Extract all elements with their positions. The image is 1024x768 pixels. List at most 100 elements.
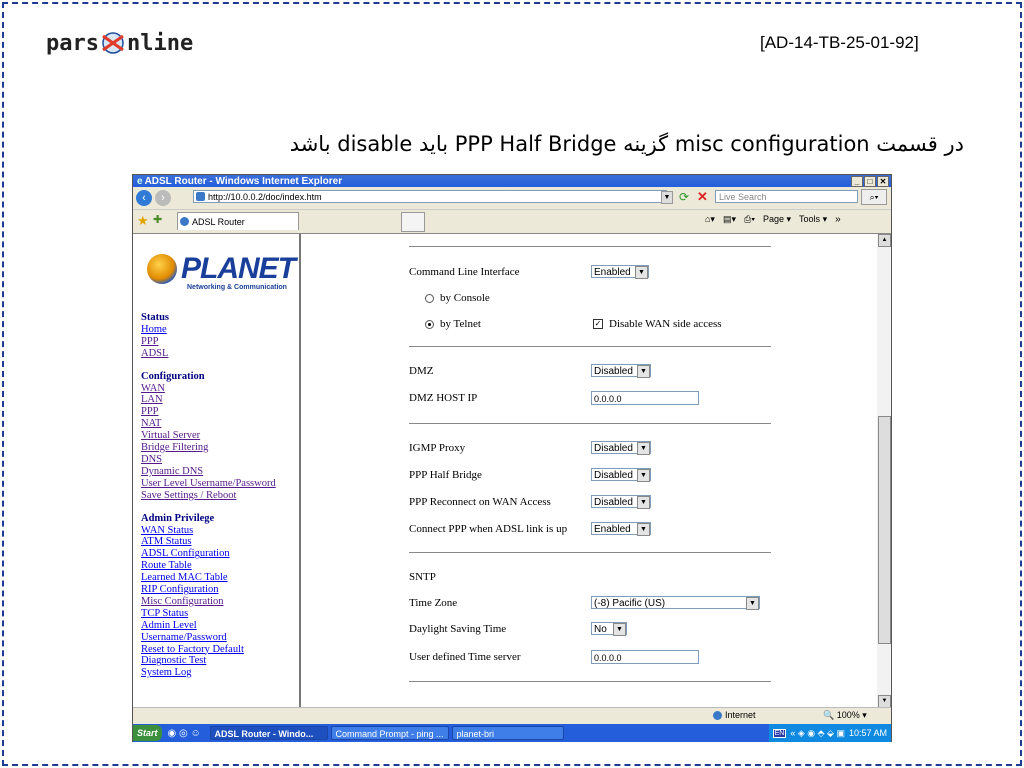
print-icon[interactable]: ⎙▾ bbox=[744, 214, 755, 225]
sidebar-item-virtual-server[interactable]: Virtual Server bbox=[141, 430, 276, 442]
search-button[interactable]: ⌕▾ bbox=[861, 189, 887, 205]
sidebar-item-bridge-filtering[interactable]: Bridge Filtering bbox=[141, 442, 276, 454]
igmp-select[interactable]: Disabled ▼ bbox=[591, 441, 651, 455]
connect-ppp-select[interactable]: Enabled ▼ bbox=[591, 522, 651, 536]
dmz-select-value: Disabled bbox=[594, 366, 633, 377]
sidebar-item-learned-mac[interactable]: Learned MAC Table bbox=[141, 572, 276, 584]
home-icon[interactable]: ⌂▾ bbox=[705, 214, 715, 225]
favorites-star-icon[interactable]: ★ bbox=[137, 213, 149, 229]
url-field[interactable]: http://10.0.0.2/doc/index.htm bbox=[193, 190, 667, 203]
sidebar-item-ppp[interactable]: PPP bbox=[141, 406, 276, 418]
feeds-icon[interactable]: ▤▾ bbox=[723, 214, 736, 225]
navigation-frame: PLANET Networking & Communication Status… bbox=[133, 234, 301, 708]
sidebar-item-nat[interactable]: NAT bbox=[141, 418, 276, 430]
instruction-text: در قسمت misc configuration گزینه PPP Hal… bbox=[289, 132, 964, 156]
sidebar-item-adsl-configuration[interactable]: ADSL Configuration bbox=[141, 548, 276, 560]
igmp-select-value: Disabled bbox=[594, 443, 633, 454]
add-favorite-icon[interactable]: ✚ bbox=[153, 213, 162, 226]
tab-label: ADSL Router bbox=[192, 217, 245, 227]
sidebar-item-factory-reset[interactable]: Reset to Factory Default bbox=[141, 644, 276, 656]
ie-icon: e bbox=[137, 175, 143, 187]
cli-select[interactable]: Enabled ▼ bbox=[591, 265, 649, 279]
chevron-down-icon: ▼ bbox=[637, 469, 650, 482]
system-tray: EN « ◈ ◉ ⬘ ⬙ ▣ 10:57 AM bbox=[768, 724, 891, 742]
taskbar-item-cmd[interactable]: Command Prompt - ping ... bbox=[330, 726, 449, 740]
start-button[interactable]: Start bbox=[133, 725, 162, 741]
sidebar-item-atm-status[interactable]: ATM Status bbox=[141, 536, 276, 548]
tools-menu-label: Tools bbox=[799, 214, 821, 224]
connect-ppp-value: Enabled bbox=[594, 524, 631, 535]
by-console-radio[interactable]: by Console bbox=[425, 292, 490, 304]
maximize-button[interactable]: □ bbox=[864, 176, 876, 187]
radio-dot bbox=[425, 319, 434, 329]
close-button[interactable]: ✕ bbox=[877, 176, 889, 187]
disable-wan-checkbox[interactable]: ✓ Disable WAN side access bbox=[593, 318, 722, 330]
new-tab-button[interactable] bbox=[401, 212, 425, 232]
divider bbox=[409, 681, 771, 682]
page-content: PLANET Networking & Communication Status… bbox=[133, 233, 891, 708]
page-icon bbox=[196, 192, 205, 201]
zoom-control[interactable]: 🔍 100% ▾ bbox=[823, 710, 867, 721]
time-server-input[interactable]: 0.0.0.0 bbox=[591, 650, 699, 664]
dmz-host-input[interactable]: 0.0.0.0 bbox=[591, 391, 699, 405]
stop-icon[interactable]: ✕ bbox=[697, 189, 708, 205]
ppp-half-bridge-value: Disabled bbox=[594, 470, 633, 481]
sidebar-item-rip-configuration[interactable]: RIP Configuration bbox=[141, 584, 276, 596]
sidebar-item-dns[interactable]: DNS bbox=[141, 454, 276, 466]
taskbar-item-folder[interactable]: planet-bri bbox=[451, 726, 564, 740]
sidebar-item-username-password[interactable]: Username/Password bbox=[141, 632, 276, 644]
sidebar-item-tcp-status[interactable]: TCP Status bbox=[141, 608, 276, 620]
dmz-select[interactable]: Disabled ▼ bbox=[591, 364, 651, 378]
vertical-scrollbar[interactable]: ▲ ▼ bbox=[877, 234, 891, 708]
by-telnet-label: by Telnet bbox=[440, 318, 481, 330]
refresh-icon[interactable]: ⟳ bbox=[679, 190, 689, 204]
forward-button[interactable]: › bbox=[155, 190, 171, 206]
logo-text-left: pars bbox=[46, 30, 99, 56]
nav-section-title: Configuration bbox=[141, 370, 205, 382]
disable-wan-label: Disable WAN side access bbox=[609, 318, 722, 330]
planet-logo: PLANET bbox=[147, 252, 296, 286]
timezone-select[interactable]: (-8) Pacific (US) ▼ bbox=[591, 596, 760, 610]
sidebar-item-user-level-password[interactable]: User Level Username/Password bbox=[141, 478, 276, 490]
sidebar-item-wan[interactable]: WAN bbox=[141, 383, 276, 395]
sidebar-item-lan[interactable]: LAN bbox=[141, 394, 276, 406]
tab-adsl-router[interactable]: ADSL Router bbox=[177, 212, 299, 230]
tools-menu[interactable]: Tools ▾ bbox=[799, 214, 827, 225]
scroll-up-icon[interactable]: ▲ bbox=[878, 234, 891, 247]
sidebar-item-save-reboot[interactable]: Save Settings / Reboot bbox=[141, 490, 276, 502]
sidebar-item-system-log[interactable]: System Log bbox=[141, 667, 276, 679]
back-button[interactable]: ‹ bbox=[136, 190, 152, 206]
sidebar-item-ppp-status[interactable]: PPP bbox=[141, 336, 276, 348]
sidebar-item-adsl[interactable]: ADSL bbox=[141, 348, 276, 360]
nav-section-status: Status Home PPP ADSL bbox=[141, 312, 276, 360]
chevron-down-icon: ▼ bbox=[635, 266, 648, 279]
by-telnet-radio[interactable]: by Telnet bbox=[425, 318, 481, 330]
planet-globe-icon bbox=[147, 254, 177, 284]
tray-icons[interactable]: « ◈ ◉ ⬘ ⬙ ▣ bbox=[790, 728, 845, 739]
sidebar-item-route-table[interactable]: Route Table bbox=[141, 560, 276, 572]
ppp-half-bridge-label: PPP Half Bridge bbox=[409, 469, 482, 481]
chevron-icon[interactable]: » bbox=[835, 214, 841, 225]
page-menu[interactable]: Page ▾ bbox=[763, 214, 791, 225]
quick-launch[interactable]: ◉ ◎ ☺ bbox=[162, 728, 210, 739]
sidebar-item-home[interactable]: Home bbox=[141, 324, 276, 336]
igmp-label: IGMP Proxy bbox=[409, 442, 466, 454]
sidebar-item-misc-configuration[interactable]: Misc Configuration bbox=[141, 596, 276, 608]
url-dropdown-button[interactable]: ▼ bbox=[661, 191, 673, 204]
sidebar-item-diagnostic-test[interactable]: Diagnostic Test bbox=[141, 655, 276, 667]
nav-section-admin: Admin Privilege WAN Status ATM Status AD… bbox=[141, 513, 276, 680]
dst-select[interactable]: No ▼ bbox=[591, 622, 627, 636]
sidebar-item-admin-level[interactable]: Admin Level bbox=[141, 620, 276, 632]
status-bar: Internet 🔍 100% ▾ bbox=[133, 707, 891, 724]
sidebar-item-dynamic-dns[interactable]: Dynamic DNS bbox=[141, 466, 276, 478]
ppp-half-bridge-select[interactable]: Disabled ▼ bbox=[591, 468, 651, 482]
ppp-reconnect-select[interactable]: Disabled ▼ bbox=[591, 495, 651, 509]
window-title: ADSL Router - Windows Internet Explorer bbox=[144, 175, 343, 187]
scroll-thumb[interactable] bbox=[878, 416, 891, 644]
search-input[interactable]: Live Search bbox=[715, 190, 858, 203]
taskbar-item-ie[interactable]: ADSL Router - Windo... bbox=[209, 726, 328, 740]
sidebar-item-wan-status[interactable]: WAN Status bbox=[141, 525, 276, 537]
minimize-button[interactable]: _ bbox=[851, 176, 863, 187]
logo-mark-icon bbox=[102, 32, 124, 54]
language-indicator[interactable]: EN bbox=[772, 728, 787, 738]
